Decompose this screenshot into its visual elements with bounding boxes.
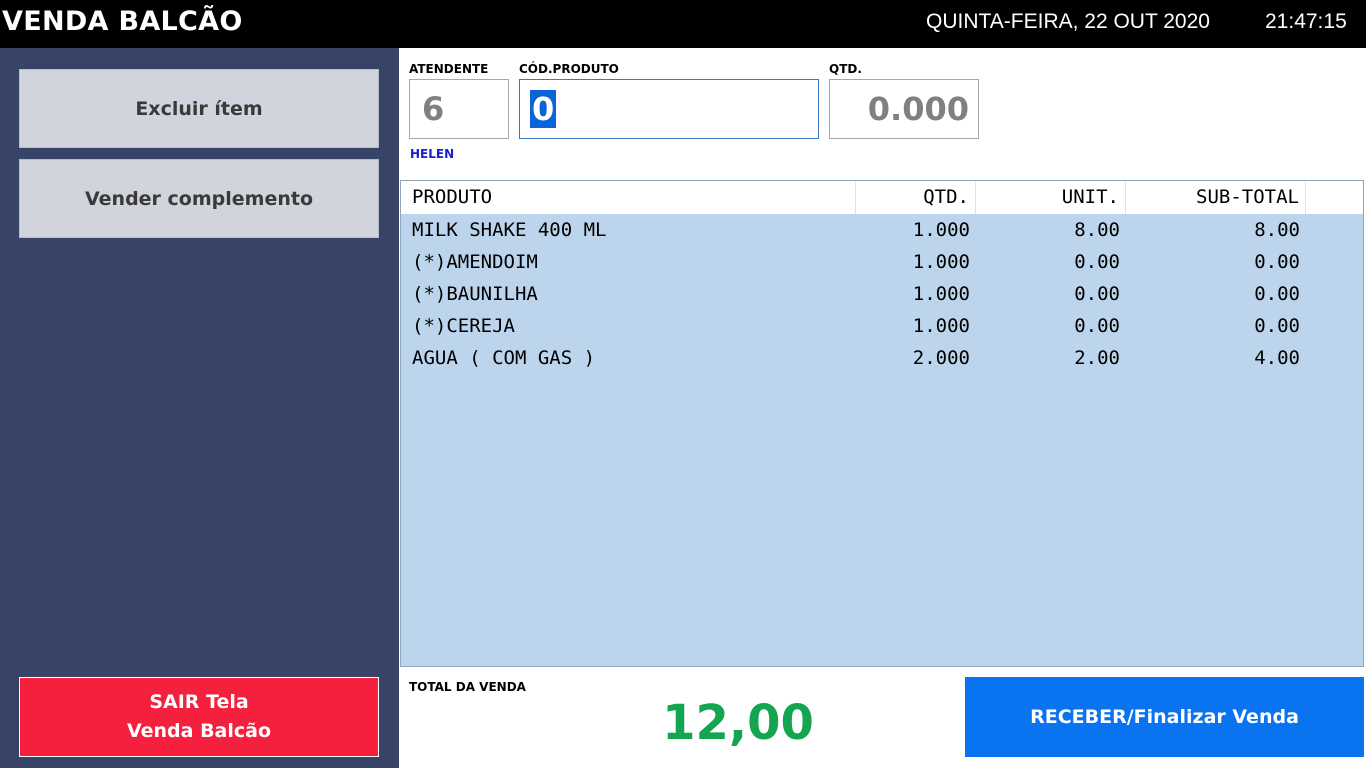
cell-qty: 1.000: [912, 283, 970, 305]
clock-display: 21:47:15: [1265, 10, 1347, 33]
table-header: PRODUTO QTD. UNIT. SUB-TOTAL: [401, 181, 1363, 214]
items-table[interactable]: PRODUTO QTD. UNIT. SUB-TOTAL MILK SHAKE …: [400, 180, 1364, 667]
cell-product: AGUA ( COM GAS ): [412, 347, 596, 369]
cell-qty: 2.000: [912, 347, 970, 369]
column-header-unit[interactable]: UNIT.: [976, 181, 1126, 214]
column-header-qty[interactable]: QTD.: [856, 181, 976, 214]
page-title: VENDA BALCÃO: [2, 6, 243, 37]
cell-subtotal: 4.00: [1254, 347, 1300, 369]
total-label: TOTAL DA VENDA: [409, 680, 526, 694]
cell-product: (*)AMENDOIM: [412, 251, 538, 273]
cell-product: (*)CEREJA: [412, 315, 515, 337]
cell-subtotal: 0.00: [1254, 283, 1300, 305]
cell-qty: 1.000: [912, 219, 970, 241]
exit-button-line1: SAIR Tela: [149, 691, 249, 713]
cell-product: (*)BAUNILHA: [412, 283, 538, 305]
column-header-product[interactable]: PRODUTO: [401, 181, 856, 214]
date-display: QUINTA-FEIRA, 22 OUT 2020: [926, 10, 1210, 33]
table-row[interactable]: AGUA ( COM GAS ) 2.000 2.00 4.00: [401, 342, 1363, 374]
quantity-input[interactable]: 0.000: [829, 79, 979, 139]
product-code-input[interactable]: 0: [519, 79, 819, 139]
exit-counter-sale-button[interactable]: SAIR Tela Venda Balcão: [19, 677, 379, 757]
cell-subtotal: 0.00: [1254, 251, 1300, 273]
cell-qty: 1.000: [912, 315, 970, 337]
exit-button-line2: Venda Balcão: [126, 720, 272, 742]
delete-item-button[interactable]: Excluir ítem: [19, 69, 379, 148]
cell-product: MILK SHAKE 400 ML: [412, 219, 607, 241]
cell-subtotal: 8.00: [1254, 219, 1300, 241]
table-row[interactable]: MILK SHAKE 400 ML 1.000 8.00 8.00: [401, 214, 1363, 246]
cell-qty: 1.000: [912, 251, 970, 273]
product-code-value: 0: [530, 90, 557, 128]
cell-unit: 0.00: [1074, 251, 1120, 273]
table-row[interactable]: (*)AMENDOIM 1.000 0.00 0.00: [401, 246, 1363, 278]
cell-unit: 2.00: [1074, 347, 1120, 369]
sidebar: Excluir ítem Vender complemento SAIR Tel…: [0, 48, 399, 768]
cell-subtotal: 0.00: [1254, 315, 1300, 337]
product-code-label: CÓD.PRODUTO: [519, 62, 619, 76]
table-body: MILK SHAKE 400 ML 1.000 8.00 8.00 (*)AME…: [401, 214, 1363, 374]
total-value: 12,00: [662, 695, 814, 751]
cell-unit: 0.00: [1074, 283, 1120, 305]
sell-complement-button[interactable]: Vender complemento: [19, 159, 379, 238]
attendant-name: HELEN: [410, 147, 455, 161]
column-header-subtotal[interactable]: SUB-TOTAL: [1126, 181, 1306, 214]
top-bar: VENDA BALCÃO QUINTA-FEIRA, 22 OUT 2020 2…: [0, 0, 1366, 48]
attendant-label: ATENDENTE: [409, 62, 489, 76]
table-row[interactable]: (*)BAUNILHA 1.000 0.00 0.00: [401, 278, 1363, 310]
receive-finalize-sale-button[interactable]: RECEBER/Finalizar Venda: [965, 677, 1364, 757]
cell-unit: 8.00: [1074, 219, 1120, 241]
cell-unit: 0.00: [1074, 315, 1120, 337]
quantity-label: QTD.: [829, 62, 862, 76]
attendant-input[interactable]: 6: [409, 79, 509, 139]
table-row[interactable]: (*)CEREJA 1.000 0.00 0.00: [401, 310, 1363, 342]
